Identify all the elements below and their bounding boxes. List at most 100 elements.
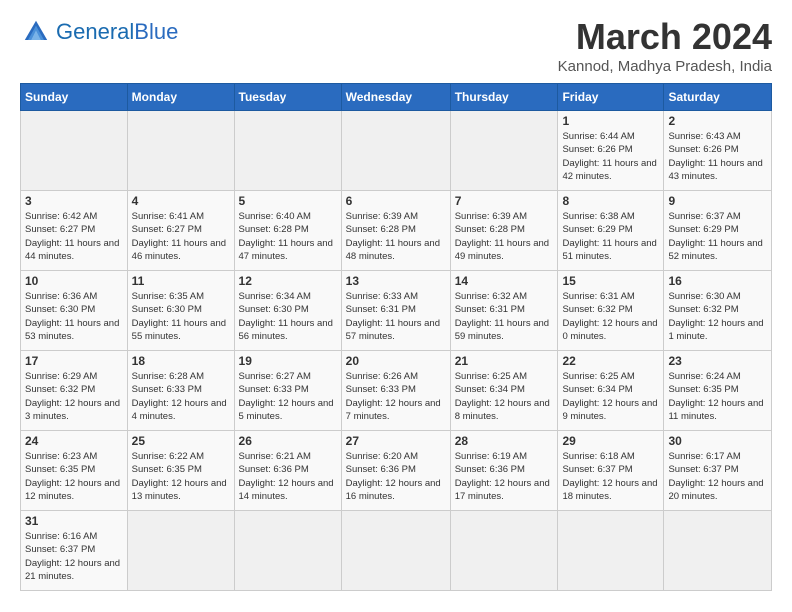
calendar-day-header: Wednesday (341, 84, 450, 111)
calendar-day-cell: 30 Sunrise: 6:17 AM Sunset: 6:37 PM Dayli… (664, 431, 772, 511)
day-number: 29 (562, 434, 659, 448)
day-info: Sunrise: 6:20 AM Sunset: 6:36 PM Dayligh… (346, 450, 446, 503)
calendar-day-cell: 28 Sunrise: 6:19 AM Sunset: 6:36 PM Dayli… (450, 431, 558, 511)
calendar-day-cell (664, 511, 772, 591)
day-number: 3 (25, 194, 123, 208)
calendar-day-cell: 5 Sunrise: 6:40 AM Sunset: 6:28 PM Daylig… (234, 191, 341, 271)
day-info: Sunrise: 6:17 AM Sunset: 6:37 PM Dayligh… (668, 450, 767, 503)
day-info: Sunrise: 6:38 AM Sunset: 6:29 PM Dayligh… (562, 210, 659, 263)
day-info: Sunrise: 6:37 AM Sunset: 6:29 PM Dayligh… (668, 210, 767, 263)
calendar-day-header: Monday (127, 84, 234, 111)
calendar-day-cell: 22 Sunrise: 6:25 AM Sunset: 6:34 PM Dayli… (558, 351, 664, 431)
calendar-day-cell: 1Sunrise: 6:44 AM Sunset: 6:26 PM Daylig… (558, 111, 664, 191)
calendar-day-cell: 13 Sunrise: 6:33 AM Sunset: 6:31 PM Dayli… (341, 271, 450, 351)
day-number: 14 (455, 274, 554, 288)
calendar-day-cell: 27 Sunrise: 6:20 AM Sunset: 6:36 PM Dayli… (341, 431, 450, 511)
day-number: 4 (132, 194, 230, 208)
calendar-day-cell (341, 511, 450, 591)
calendar-week-row: 17Sunrise: 6:29 AM Sunset: 6:32 PM Dayli… (21, 351, 772, 431)
general-blue-icon (20, 16, 52, 48)
day-info: Sunrise: 6:19 AM Sunset: 6:36 PM Dayligh… (455, 450, 554, 503)
location-subtitle: Kannod, Madhya Pradesh, India (558, 58, 772, 75)
day-number: 23 (668, 354, 767, 368)
calendar-day-cell: 31Sunrise: 6:16 AM Sunset: 6:37 PM Dayli… (21, 511, 128, 591)
day-info: Sunrise: 6:28 AM Sunset: 6:33 PM Dayligh… (132, 370, 230, 423)
day-number: 28 (455, 434, 554, 448)
day-info: Sunrise: 6:30 AM Sunset: 6:32 PM Dayligh… (668, 290, 767, 343)
calendar-day-header: Sunday (21, 84, 128, 111)
calendar-day-cell: 12Sunrise: 6:34 AM Sunset: 6:30 PM Dayli… (234, 271, 341, 351)
calendar-day-cell: 6 Sunrise: 6:39 AM Sunset: 6:28 PM Daylig… (341, 191, 450, 271)
day-info: Sunrise: 6:33 AM Sunset: 6:31 PM Dayligh… (346, 290, 446, 343)
day-number: 15 (562, 274, 659, 288)
calendar-day-cell (127, 511, 234, 591)
day-info: Sunrise: 6:39 AM Sunset: 6:28 PM Dayligh… (346, 210, 446, 263)
month-title: March 2024 (558, 16, 772, 58)
day-number: 7 (455, 194, 554, 208)
calendar-day-cell: 14 Sunrise: 6:32 AM Sunset: 6:31 PM Dayli… (450, 271, 558, 351)
calendar-day-cell: 21Sunrise: 6:25 AM Sunset: 6:34 PM Dayli… (450, 351, 558, 431)
calendar-day-cell: 15 Sunrise: 6:31 AM Sunset: 6:32 PM Dayli… (558, 271, 664, 351)
calendar-day-cell: 4 Sunrise: 6:41 AM Sunset: 6:27 PM Daylig… (127, 191, 234, 271)
calendar-table: SundayMondayTuesdayWednesdayThursdayFrid… (20, 83, 772, 591)
calendar-header-row: SundayMondayTuesdayWednesdayThursdayFrid… (21, 84, 772, 111)
calendar-day-cell: 29 Sunrise: 6:18 AM Sunset: 6:37 PM Dayli… (558, 431, 664, 511)
day-info: Sunrise: 6:41 AM Sunset: 6:27 PM Dayligh… (132, 210, 230, 263)
day-number: 6 (346, 194, 446, 208)
calendar-day-cell: 20 Sunrise: 6:26 AM Sunset: 6:33 PM Dayli… (341, 351, 450, 431)
day-number: 31 (25, 514, 123, 528)
calendar-day-cell (450, 111, 558, 191)
calendar-day-cell: 3Sunrise: 6:42 AM Sunset: 6:27 PM Daylig… (21, 191, 128, 271)
day-info: Sunrise: 6:23 AM Sunset: 6:35 PM Dayligh… (25, 450, 123, 503)
calendar-day-cell: 11Sunrise: 6:35 AM Sunset: 6:30 PM Dayli… (127, 271, 234, 351)
calendar-day-cell: 2Sunrise: 6:43 AM Sunset: 6:26 PM Daylig… (664, 111, 772, 191)
calendar-day-header: Saturday (664, 84, 772, 111)
day-number: 18 (132, 354, 230, 368)
calendar-day-cell: 17Sunrise: 6:29 AM Sunset: 6:32 PM Dayli… (21, 351, 128, 431)
day-number: 21 (455, 354, 554, 368)
logo: GeneralBlue (20, 16, 178, 48)
calendar-day-cell: 10Sunrise: 6:36 AM Sunset: 6:30 PM Dayli… (21, 271, 128, 351)
calendar-week-row: 3Sunrise: 6:42 AM Sunset: 6:27 PM Daylig… (21, 191, 772, 271)
title-area: March 2024 Kannod, Madhya Pradesh, India (558, 16, 772, 75)
day-info: Sunrise: 6:24 AM Sunset: 6:35 PM Dayligh… (668, 370, 767, 423)
calendar-day-cell (341, 111, 450, 191)
day-number: 16 (668, 274, 767, 288)
logo-text: GeneralBlue (56, 19, 178, 45)
calendar-week-row: 1Sunrise: 6:44 AM Sunset: 6:26 PM Daylig… (21, 111, 772, 191)
calendar-day-cell (21, 111, 128, 191)
day-number: 30 (668, 434, 767, 448)
day-number: 24 (25, 434, 123, 448)
day-number: 10 (25, 274, 123, 288)
calendar-day-cell: 18 Sunrise: 6:28 AM Sunset: 6:33 PM Dayli… (127, 351, 234, 431)
day-number: 26 (239, 434, 337, 448)
calendar-day-cell (234, 111, 341, 191)
calendar-day-cell: 16 Sunrise: 6:30 AM Sunset: 6:32 PM Dayli… (664, 271, 772, 351)
day-info: Sunrise: 6:35 AM Sunset: 6:30 PM Dayligh… (132, 290, 230, 343)
day-info: Sunrise: 6:40 AM Sunset: 6:28 PM Dayligh… (239, 210, 337, 263)
day-info: Sunrise: 6:32 AM Sunset: 6:31 PM Dayligh… (455, 290, 554, 343)
day-number: 20 (346, 354, 446, 368)
day-number: 12 (239, 274, 337, 288)
day-number: 13 (346, 274, 446, 288)
calendar-week-row: 31Sunrise: 6:16 AM Sunset: 6:37 PM Dayli… (21, 511, 772, 591)
day-info: Sunrise: 6:18 AM Sunset: 6:37 PM Dayligh… (562, 450, 659, 503)
calendar-day-cell: 26 Sunrise: 6:21 AM Sunset: 6:36 PM Dayli… (234, 431, 341, 511)
day-number: 8 (562, 194, 659, 208)
calendar-day-cell (127, 111, 234, 191)
calendar-week-row: 24 Sunrise: 6:23 AM Sunset: 6:35 PM Dayli… (21, 431, 772, 511)
day-info: Sunrise: 6:25 AM Sunset: 6:34 PM Dayligh… (562, 370, 659, 423)
day-number: 27 (346, 434, 446, 448)
calendar-day-cell: 25Sunrise: 6:22 AM Sunset: 6:35 PM Dayli… (127, 431, 234, 511)
calendar-day-cell (450, 511, 558, 591)
day-number: 22 (562, 354, 659, 368)
day-info: Sunrise: 6:26 AM Sunset: 6:33 PM Dayligh… (346, 370, 446, 423)
day-number: 9 (668, 194, 767, 208)
day-info: Sunrise: 6:31 AM Sunset: 6:32 PM Dayligh… (562, 290, 659, 343)
calendar-day-cell (558, 511, 664, 591)
day-number: 2 (668, 114, 767, 128)
calendar-day-cell: 9 Sunrise: 6:37 AM Sunset: 6:29 PM Daylig… (664, 191, 772, 271)
day-number: 5 (239, 194, 337, 208)
day-info: Sunrise: 6:44 AM Sunset: 6:26 PM Dayligh… (562, 130, 659, 183)
day-info: Sunrise: 6:21 AM Sunset: 6:36 PM Dayligh… (239, 450, 337, 503)
